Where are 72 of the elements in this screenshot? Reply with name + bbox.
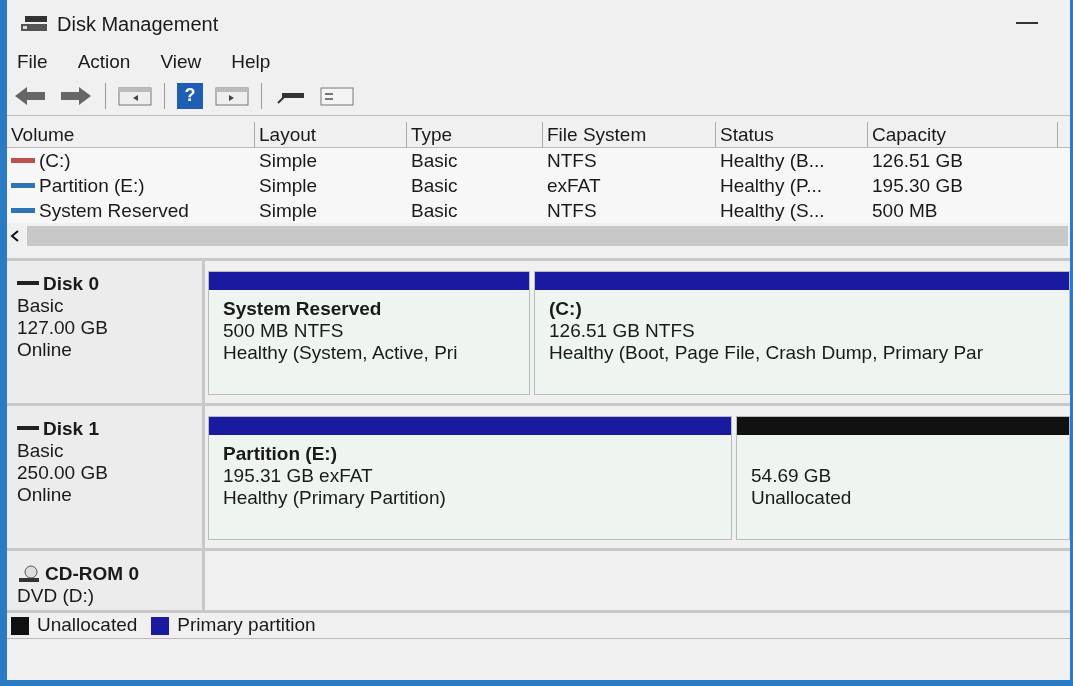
table-cell-text: Basic [411, 199, 458, 223]
table-cell-text: 195.30 GB [872, 174, 963, 198]
table-cell-text: Simple [259, 149, 318, 173]
partition-size: 126.51 GB NTFS [549, 320, 696, 342]
partition-box[interactable]: Partition (E:) 195.31 GB exFAT Healthy (Primary Partition) [208, 416, 732, 540]
disk-name: Disk 1 [43, 418, 99, 440]
table-cell-text: 500 MB [872, 199, 938, 223]
table-cell-text: exFAT [547, 174, 601, 198]
table-cell-text: NTFS [547, 149, 597, 173]
partition-status: Healthy (Primary Partition) [223, 487, 447, 509]
panel-icon[interactable] [118, 84, 152, 107]
partition-box[interactable]: (C:) 126.51 GB NTFS Healthy (Boot, Page File, Crash Dump, Primary Par [534, 271, 1070, 395]
back-arrow-icon[interactable] [13, 84, 47, 107]
table-cell-text: 126.51 GB [872, 149, 963, 173]
table-cell-text: Healthy (P... [720, 174, 823, 198]
partition-size: 54.69 GB [751, 465, 833, 487]
forward-arrow-icon[interactable] [59, 84, 93, 107]
column-header[interactable]: Status [716, 122, 868, 147]
primary-partition-swatch [151, 616, 170, 635]
table-cell-text: NTFS [547, 199, 597, 223]
table-cell-text: Partition (E:) [39, 174, 145, 198]
list-icon[interactable] [320, 84, 354, 107]
partition-status: Healthy (Boot, Page File, Crash Dump, Primary Par [549, 342, 984, 364]
volume-icon [11, 157, 35, 164]
disk-info: Basic [17, 295, 65, 317]
disk-info: DVD (D:) [17, 585, 96, 607]
minimize-icon[interactable] [1016, 22, 1038, 26]
menu-item[interactable]: Action [77, 47, 131, 77]
disk-name: Disk 0 [43, 273, 99, 295]
column-header[interactable]: Layout [255, 122, 407, 147]
disk-info: 127.00 GB [17, 317, 109, 339]
disk-info: Basic [17, 440, 65, 462]
menu-item[interactable]: File [17, 47, 48, 77]
partition-box[interactable]: System Reserved 500 MB NTFS Healthy (System, Active, Pri [208, 271, 530, 395]
partition-box[interactable]: 54.69 GB Unallocated [736, 416, 1070, 540]
table-cell-text: Simple [259, 174, 318, 198]
table-cell-text: Healthy (B... [720, 149, 825, 173]
table-cell-text: (C:) [39, 149, 71, 173]
table-cell-text: Basic [411, 174, 458, 198]
disk-info: 250.00 GB [17, 462, 109, 484]
column-header[interactable]: File System [543, 122, 716, 147]
partition-size: 195.31 GB exFAT [223, 465, 374, 487]
disc-drive-icon [17, 565, 41, 583]
legend-label: Primary partition [177, 613, 316, 638]
partition-size: 500 MB NTFS [223, 320, 345, 342]
volume-icon [11, 207, 35, 214]
horizontal-scrollbar[interactable] [27, 226, 1068, 246]
table-cell-text: Simple [259, 199, 318, 223]
menu-item[interactable]: View [160, 47, 202, 77]
disk-info: Online [17, 484, 73, 506]
table-cell-text: Basic [411, 149, 458, 173]
partition-status: Unallocated [751, 487, 853, 509]
disk-icon [19, 14, 49, 34]
help-button[interactable]: ? [177, 82, 203, 109]
table-cell-text: System Reserved [39, 199, 189, 223]
unallocated-swatch [11, 616, 29, 635]
menu-item[interactable]: Help [231, 47, 271, 77]
partition-name: System Reserved [223, 298, 383, 320]
legend-label: Unallocated [37, 613, 138, 638]
table-cell-text: Healthy (S... [720, 199, 825, 223]
column-header[interactable]: Type [407, 122, 543, 147]
partition-name: (C:) [549, 298, 583, 320]
volume-icon [11, 182, 35, 189]
partition-status: Healthy (System, Active, Pri [223, 342, 459, 364]
scroll-left-icon[interactable] [9, 229, 21, 243]
disk-name: CD-ROM 0 [45, 563, 139, 585]
partition-name: Partition (E:) [223, 443, 338, 465]
disk-info: Online [17, 339, 73, 361]
column-header[interactable]: Volume [7, 122, 255, 147]
window-title: Disk Management [57, 12, 219, 37]
column-header[interactable]: Capacity [868, 122, 1058, 147]
panel-icon[interactable] [215, 84, 249, 107]
